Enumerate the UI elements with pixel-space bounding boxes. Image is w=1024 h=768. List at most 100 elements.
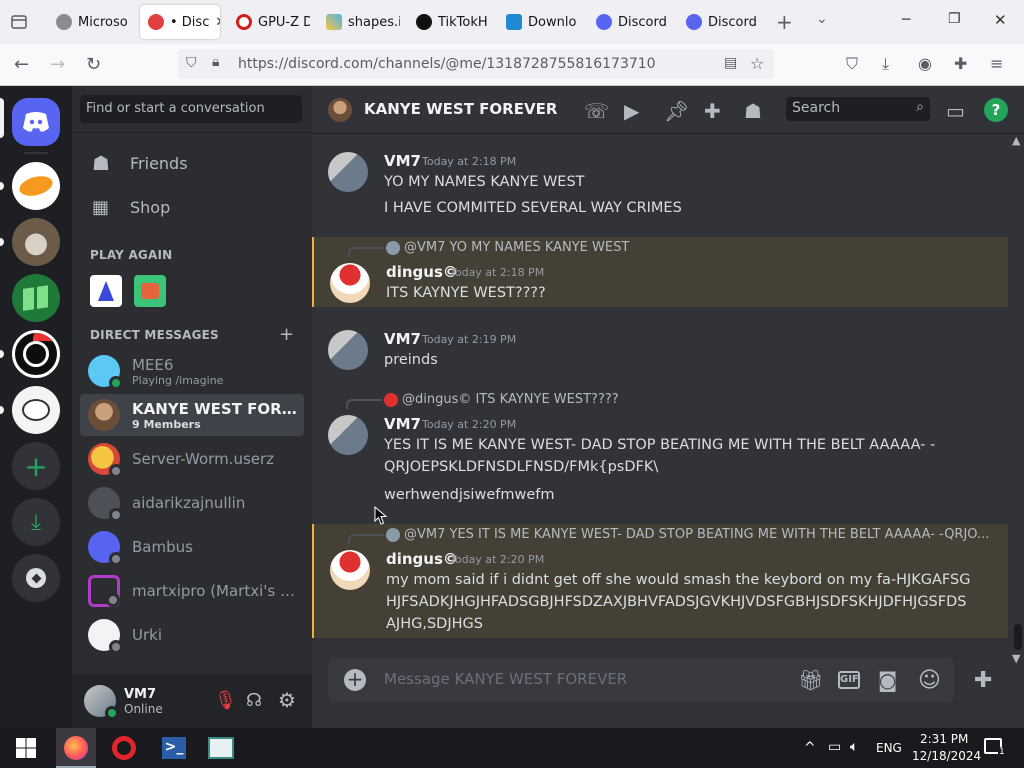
game-tile-2[interactable] [134, 275, 166, 307]
tab-discord-active[interactable]: • Disc✕ [140, 5, 220, 39]
powershell-taskbar-icon[interactable]: >_ [162, 737, 186, 759]
scroll-down-icon[interactable]: ▼ [1012, 652, 1020, 665]
server-obs-icon[interactable] [12, 330, 60, 378]
download-apps-icon[interactable]: ⤓ [12, 498, 60, 546]
app-taskbar-icon[interactable] [208, 737, 234, 759]
language-indicator[interactable]: ENG [876, 741, 902, 755]
dm-item-aidarikzajnullin[interactable]: aidarikzajnullin [80, 482, 304, 524]
reload-icon[interactable]: ↻ [86, 54, 108, 76]
gif-icon[interactable]: GIF [838, 671, 860, 689]
tab-gpuz[interactable]: GPU-Z D [228, 5, 310, 39]
play-again-header: PLAY AGAIN [90, 248, 173, 262]
message-composer[interactable]: + Message KANYE WEST FOREVER 🎁︎ GIF ◙ ☺ [328, 658, 954, 702]
author-name[interactable]: dingus© [386, 550, 458, 568]
tab-discord-3[interactable]: Discord [678, 5, 766, 39]
reply-preview[interactable]: @dingus© ITS KAYNYE WEST???? [384, 392, 619, 407]
opera-taskbar-icon[interactable] [112, 736, 136, 760]
server-reddit-icon[interactable] [12, 386, 60, 434]
close-window-icon[interactable]: ✕ [994, 11, 1007, 29]
dm-item-martxipro[interactable]: martxipro (Martxi's ve... [80, 570, 304, 612]
sticker-icon[interactable]: ◙ [878, 668, 902, 692]
mute-mic-icon[interactable]: 🎙︎ [214, 690, 237, 711]
message-input[interactable]: Message KANYE WEST FOREVER [384, 670, 627, 688]
dm-item-mee6[interactable]: MEE6 Playing /imagine [80, 350, 304, 392]
find-conversation-button[interactable]: Find or start a conversation [80, 95, 302, 123]
dm-item-bambus[interactable]: Bambus [80, 526, 304, 568]
settings-gear-icon[interactable]: ⚙ [278, 688, 296, 712]
emoji-icon[interactable]: ☺ [918, 668, 942, 693]
server-animal-icon[interactable] [12, 218, 60, 266]
scrollbar-thumb[interactable] [1014, 624, 1022, 650]
server-windows-icon[interactable] [12, 274, 60, 322]
reader-view-icon[interactable]: ▤ [724, 55, 737, 71]
back-icon[interactable]: ← [14, 54, 36, 76]
headphones-icon[interactable]: ☊ [246, 690, 262, 711]
forward-icon[interactable]: → [50, 54, 72, 76]
discord-home-icon[interactable] [12, 98, 60, 146]
author-avatar[interactable] [328, 152, 368, 192]
timestamp: Today at 2:20 PM [450, 553, 545, 566]
author-name[interactable]: dingus© [386, 263, 458, 281]
chat-scrollbar[interactable]: ▲ ▼ [1012, 134, 1024, 665]
explore-discovery-icon[interactable] [12, 554, 60, 602]
extensions-icon[interactable]: ✚ [954, 54, 976, 76]
author-avatar[interactable] [328, 415, 368, 455]
downloads-icon[interactable]: ⤓ [882, 54, 904, 76]
tab-tiktok[interactable]: TikTokH [408, 5, 492, 39]
author-name[interactable]: VM7 [384, 330, 421, 348]
tab-list-icon[interactable] [10, 13, 28, 31]
tray-chevron-icon[interactable]: ^ [804, 740, 816, 756]
tab-download[interactable]: Downlo [498, 5, 582, 39]
author-name[interactable]: VM7 [384, 415, 421, 433]
video-call-icon[interactable]: ▶ [624, 99, 648, 123]
minimize-icon[interactable]: ─ [902, 12, 910, 28]
account-icon[interactable]: ◉ [918, 54, 940, 76]
author-avatar[interactable] [328, 330, 368, 370]
author-name[interactable]: VM7 [384, 152, 421, 170]
inbox-icon[interactable]: ▭ [946, 99, 970, 123]
scroll-up-icon[interactable]: ▲ [1012, 134, 1020, 147]
pinned-messages-icon[interactable]: 📌︎ [664, 99, 689, 123]
tab-shapes[interactable]: shapes.i [318, 5, 400, 39]
firefox-taskbar-icon[interactable] [56, 728, 96, 768]
bookmark-star-icon[interactable]: ☆ [750, 54, 764, 73]
user-avatar[interactable] [84, 685, 119, 720]
apps-icon[interactable]: ✚ [974, 668, 992, 693]
maximize-icon[interactable]: ❐ [948, 11, 961, 27]
github-icon [416, 14, 432, 30]
help-icon[interactable]: ? [984, 98, 1008, 122]
create-dm-button[interactable]: + [279, 324, 294, 345]
new-tab-icon[interactable]: + [776, 10, 793, 34]
menu-icon[interactable]: ≡ [990, 54, 1012, 76]
network-icon[interactable]: ▭ [828, 739, 841, 755]
member-list-icon[interactable]: ☗ [744, 99, 768, 123]
windows-start-icon[interactable] [14, 736, 38, 760]
vscode-icon [506, 14, 522, 30]
dm-item-kanye-west-forever[interactable]: KANYE WEST FOREV... 9 Members [80, 394, 304, 436]
author-avatar[interactable] [330, 263, 370, 303]
friends-nav[interactable]: ☗ Friends [80, 142, 304, 184]
gift-icon[interactable]: 🎁︎ [798, 668, 823, 692]
add-server-icon[interactable]: + [12, 442, 60, 490]
game-tile-1[interactable] [90, 275, 122, 307]
author-avatar[interactable] [330, 550, 370, 590]
dm-item-urki[interactable]: Urki [80, 614, 304, 656]
shop-nav[interactable]: ▦ Shop [80, 186, 304, 228]
reply-preview[interactable]: @VM7 YES IT IS ME KANYE WEST- DAD STOP B… [386, 527, 989, 542]
add-friends-icon[interactable]: ✚ [704, 99, 728, 123]
header-search-input[interactable]: Search ⌕ [786, 97, 930, 121]
voice-call-icon[interactable]: ☏ [584, 99, 609, 123]
chevron-down-icon[interactable]: ⌄ [816, 11, 828, 27]
volume-muted-icon[interactable]: 🔈︎ [850, 739, 858, 755]
server-newegg-icon[interactable] [12, 162, 60, 210]
tab-discord-2[interactable]: Discord [588, 5, 676, 39]
tab-microsoft[interactable]: Microso [48, 5, 136, 39]
close-tab-icon[interactable]: ✕ [215, 15, 220, 30]
clock-date[interactable]: 12/18/2024 [912, 749, 981, 763]
dm-item-server-worm[interactable]: Server-Worm.userz [80, 438, 304, 480]
url-bar[interactable]: ⛉ 🔒︎ https://discord.com/channels/@me/13… [178, 49, 774, 79]
pocket-icon[interactable]: ⛉ [846, 54, 868, 76]
reply-preview[interactable]: @VM7 YO MY NAMES KANYE WEST [386, 240, 629, 255]
attach-plus-icon[interactable]: + [344, 669, 366, 691]
clock-time[interactable]: 2:31 PM [920, 732, 968, 746]
